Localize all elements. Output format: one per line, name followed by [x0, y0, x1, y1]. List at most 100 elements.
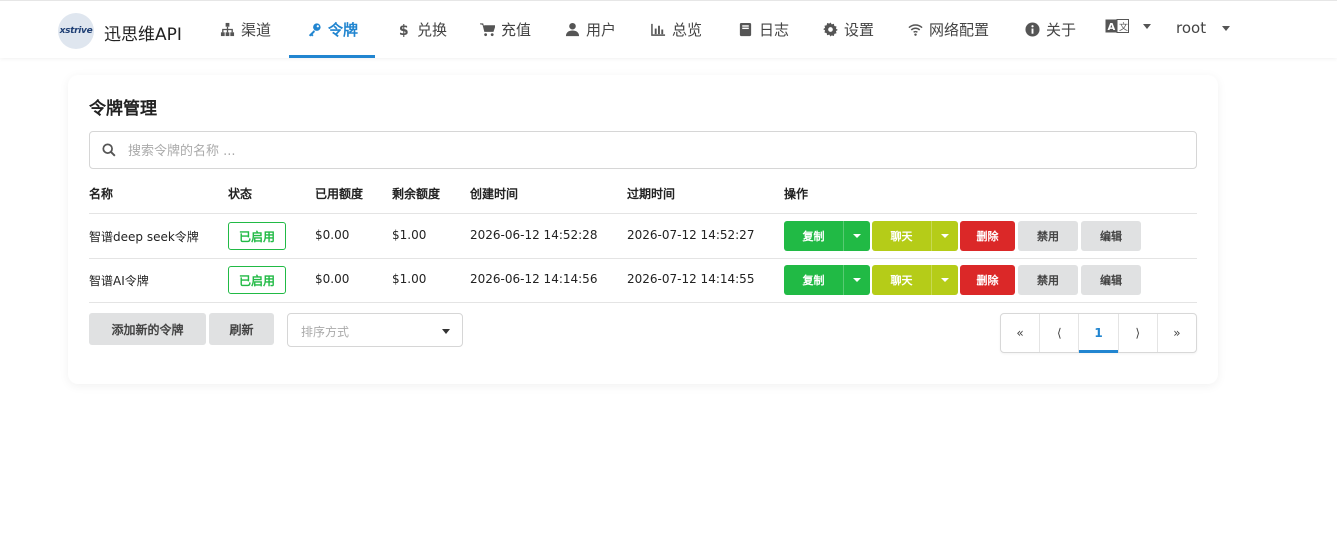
status-badge: 已启用 — [228, 222, 286, 250]
brand-title[interactable]: 迅思维API — [104, 20, 182, 45]
first-page-button[interactable]: « — [1001, 314, 1041, 352]
gear-icon — [823, 22, 838, 37]
delete-button[interactable]: 删除 — [960, 221, 1015, 251]
svg-text:A: A — [1108, 22, 1116, 33]
chevron-down-icon — [1222, 25, 1231, 31]
dollar-icon: $ — [399, 23, 409, 37]
column-header-expires[interactable]: 过期时间 — [627, 185, 675, 202]
column-header-created[interactable]: 创建时间 — [470, 185, 518, 202]
expires-time: 2026-07-12 14:14:55 — [627, 272, 755, 286]
copy-dropdown-toggle[interactable] — [843, 265, 870, 295]
svg-text:文: 文 — [1119, 21, 1128, 33]
pagination: « ⟨ 1 ⟩ » — [1000, 313, 1197, 353]
created-time: 2026-06-12 14:14:56 — [470, 272, 598, 286]
nav-redeem-label: 兑换 — [417, 21, 448, 39]
nav-redeem[interactable]: $ 兑换 — [396, 19, 447, 40]
chevron-down-icon — [941, 278, 949, 282]
copy-dropdown-toggle[interactable] — [843, 221, 870, 251]
remaining-quota: $1.00 — [392, 272, 427, 286]
active-tab-indicator — [289, 55, 375, 58]
nav-users[interactable]: 用户 — [565, 19, 616, 40]
expires-time: 2026-07-12 14:52:27 — [627, 228, 755, 242]
search-input[interactable] — [126, 137, 1180, 165]
logo[interactable]: xstrive — [58, 13, 94, 49]
used-quota: $0.00 — [315, 272, 350, 286]
nav-settings[interactable]: 设置 — [823, 19, 874, 40]
created-time: 2026-06-12 14:52:28 — [470, 228, 598, 242]
chevron-down-icon — [853, 278, 861, 282]
book-icon — [739, 22, 752, 37]
logo-text: xstrive — [59, 26, 93, 36]
top-navbar: xstrive 迅思维API 渠道 令牌 $ 兑换 充值 用户 总览 日志 设置… — [0, 0, 1337, 58]
copy-button[interactable]: 复制 — [784, 221, 870, 251]
column-header-used[interactable]: 已用额度 — [315, 185, 363, 202]
add-token-button[interactable]: 添加新的令牌 — [89, 313, 206, 345]
copy-button-label: 复制 — [802, 230, 825, 243]
sitemap-icon — [220, 22, 235, 37]
nav-channels-label: 渠道 — [241, 21, 272, 39]
table-divider — [89, 302, 1197, 303]
column-header-remaining[interactable]: 剩余额度 — [392, 185, 440, 202]
edit-button[interactable]: 编辑 — [1081, 221, 1141, 251]
copy-button[interactable]: 复制 — [784, 265, 870, 295]
disable-button[interactable]: 禁用 — [1018, 265, 1078, 295]
disable-button[interactable]: 禁用 — [1018, 221, 1078, 251]
search-icon — [102, 143, 116, 157]
nav-topup-label: 充值 — [501, 21, 532, 39]
nav-about[interactable]: 关于 — [1025, 19, 1076, 40]
nav-dashboard-label: 总览 — [672, 21, 703, 39]
edit-button[interactable]: 编辑 — [1081, 265, 1141, 295]
page-button-current[interactable]: 1 — [1079, 314, 1119, 353]
token-name: 智谱deep seek令牌 — [89, 230, 199, 244]
refresh-button[interactable]: 刷新 — [209, 313, 274, 345]
wifi-icon — [908, 24, 923, 36]
chat-button-label: 聊天 — [890, 274, 913, 287]
sort-placeholder: 排序方式 — [301, 325, 350, 339]
nav-tokens[interactable]: 令牌 — [307, 19, 358, 40]
status-badge: 已启用 — [228, 266, 286, 294]
chat-dropdown-toggle[interactable] — [931, 221, 958, 251]
user-menu-label: root — [1176, 19, 1207, 37]
language-switcher[interactable]: A文 — [1105, 19, 1151, 33]
token-name: 智谱AI令牌 — [89, 274, 149, 288]
nav-topup[interactable]: 充值 — [480, 19, 531, 40]
next-page-button[interactable]: ⟩ — [1119, 314, 1158, 352]
column-header-name[interactable]: 名称 — [89, 185, 113, 202]
nav-settings-label: 设置 — [844, 21, 875, 39]
nav-logs-label: 日志 — [759, 21, 790, 39]
page-title: 令牌管理 — [89, 99, 157, 119]
chat-button[interactable]: 聊天 — [872, 265, 958, 295]
remaining-quota: $1.00 — [392, 228, 427, 242]
token-management-card: 令牌管理 名称 状态 已用额度 剩余额度 创建时间 过期时间 操作 智谱deep… — [68, 75, 1218, 384]
nav-users-label: 用户 — [586, 21, 617, 39]
table-divider — [89, 258, 1197, 259]
last-page-button[interactable]: » — [1158, 314, 1196, 352]
chat-dropdown-toggle[interactable] — [931, 265, 958, 295]
sort-select[interactable]: 排序方式 — [287, 313, 463, 347]
nav-channels[interactable]: 渠道 — [220, 19, 271, 40]
user-icon — [565, 22, 580, 37]
chevron-down-icon — [853, 234, 861, 238]
nav-tokens-label: 令牌 — [328, 21, 359, 39]
chevron-down-icon — [1143, 23, 1151, 29]
nav-dashboard[interactable]: 总览 — [651, 19, 702, 40]
nav-network-label: 网络配置 — [929, 21, 990, 39]
info-icon — [1025, 22, 1040, 37]
key-icon — [308, 23, 321, 37]
language-icon: A文 — [1105, 19, 1129, 33]
cart-icon — [480, 23, 495, 37]
copy-button-label: 复制 — [802, 274, 825, 287]
bar-chart-icon — [651, 23, 666, 36]
nav-network[interactable]: 网络配置 — [908, 19, 989, 40]
delete-button[interactable]: 删除 — [960, 265, 1015, 295]
chat-button[interactable]: 聊天 — [872, 221, 958, 251]
nav-about-label: 关于 — [1046, 21, 1077, 39]
user-menu[interactable]: root — [1176, 19, 1231, 37]
nav-logs[interactable]: 日志 — [738, 19, 789, 40]
table-divider — [89, 213, 1197, 214]
used-quota: $0.00 — [315, 228, 350, 242]
column-header-actions: 操作 — [784, 187, 809, 201]
prev-page-button[interactable]: ⟨ — [1040, 314, 1080, 352]
caret-down-icon — [442, 329, 450, 334]
column-header-status[interactable]: 状态 — [228, 185, 252, 202]
